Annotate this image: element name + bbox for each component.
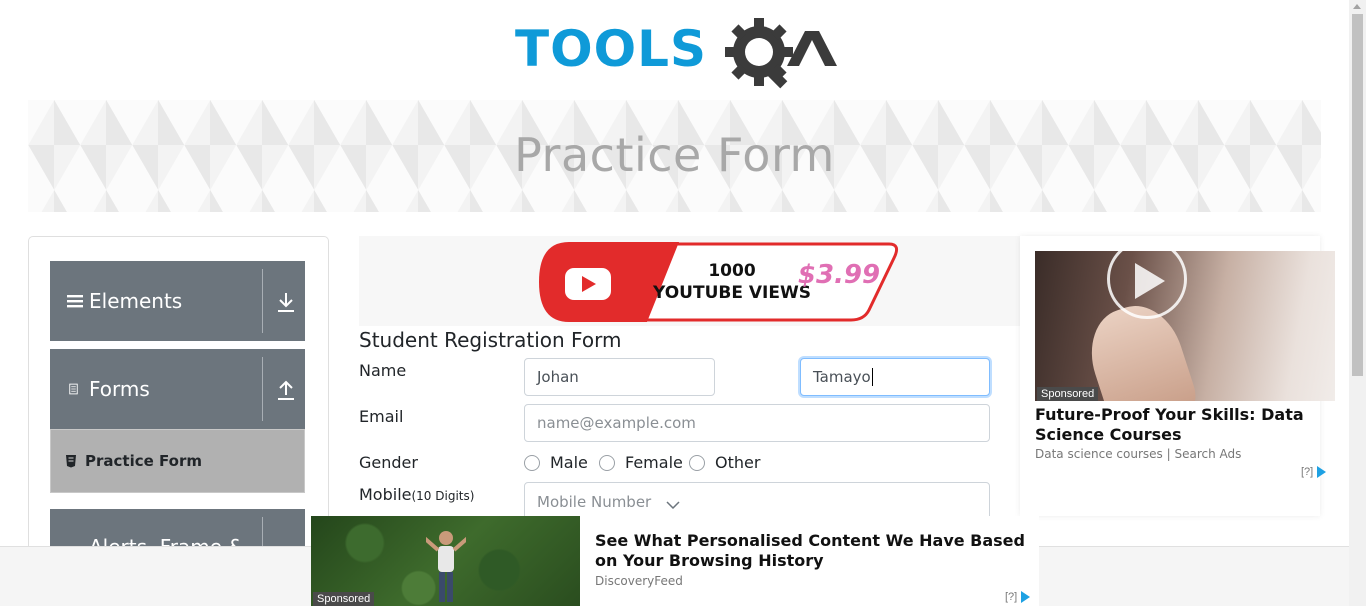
arrow-down-icon[interactable] (276, 291, 296, 313)
page: TOOLS Practice Form Elements Forms Pract… (0, 0, 1366, 606)
mobile-label: Mobile(10 Digits) (359, 485, 474, 504)
divider (262, 357, 263, 421)
svg-text:TOOLS: TOOLS (515, 20, 707, 78)
ad-title[interactable]: Future-Proof Your Skills: Data Science C… (1035, 405, 1335, 445)
adchoices-icon (1317, 466, 1327, 478)
sponsored-tag: Sponsored (313, 592, 375, 606)
ad-subtitle: Data science courses | Search Ads (1035, 447, 1242, 461)
divider (262, 269, 263, 333)
adchoices-button[interactable]: [?] (1301, 466, 1327, 478)
divider (262, 517, 263, 549)
chevron-down-icon (666, 501, 680, 510)
mobile-placeholder: Mobile Number (537, 493, 652, 511)
form-title: Student Registration Form (359, 328, 622, 352)
email-input[interactable]: name@example.com (524, 404, 990, 442)
radio-label: Male (550, 453, 588, 472)
scroll-up-icon[interactable] (1353, 4, 1361, 9)
radio-label: Other (715, 453, 761, 472)
gender-radio-male[interactable]: Male (524, 453, 588, 472)
radio-circle[interactable] (524, 454, 540, 471)
sidebar-ad[interactable]: Sponsored Future-Proof Your Skills: Data… (1020, 236, 1335, 516)
ad-image[interactable]: Sponsored (1035, 251, 1335, 401)
gender-radio-female[interactable]: Female (599, 453, 683, 472)
text-cursor (871, 368, 873, 386)
promo-price: $3.99 (798, 260, 880, 290)
radio-circle[interactable] (599, 454, 615, 471)
sidebar-item-label: Practice Form (85, 452, 202, 470)
email-label: Email (359, 407, 404, 426)
arrow-up-icon[interactable] (276, 379, 296, 401)
first-name-value: Johan (537, 368, 579, 386)
document-icon (69, 383, 78, 395)
last-name-input[interactable]: Tamayo (800, 358, 990, 396)
sidebar-group-label: Forms (89, 377, 150, 401)
first-name-input[interactable]: Johan (524, 358, 715, 396)
email-placeholder: name@example.com (537, 414, 696, 432)
sidebar-group-forms[interactable]: Forms (50, 349, 305, 429)
adchoices-icon (1021, 591, 1031, 603)
person-image (426, 531, 466, 602)
ad-image[interactable]: Sponsored (311, 516, 580, 606)
radio-label: Female (625, 453, 683, 472)
sidebar-group-elements[interactable]: Elements (50, 261, 305, 341)
bottom-ad[interactable]: Sponsored See What Personalised Content … (311, 516, 1039, 606)
radio-circle[interactable] (689, 454, 705, 471)
sidebar-group-label: Alerts, Frame & (89, 535, 245, 549)
sidebar: Elements Forms Practice Form Alerts, Fra… (28, 236, 329, 556)
sponsored-tag: Sponsored (1037, 387, 1099, 401)
adchoices-label: [?] (1301, 466, 1314, 478)
promo-line2: YOUTUBE VIEWS (652, 283, 811, 303)
form-icon (66, 455, 76, 468)
sidebar-group-alerts[interactable]: Alerts, Frame & (50, 509, 305, 549)
mobile-hint: (10 Digits) (411, 489, 475, 503)
play-icon (1135, 263, 1165, 299)
vertical-scrollbar[interactable] (1349, 0, 1366, 606)
adchoices-label: [?] (1005, 591, 1018, 603)
promo-ad[interactable]: 1000 YOUTUBE VIEWS $3.99 (359, 236, 1021, 326)
mobile-label-text: Mobile (359, 485, 412, 504)
last-name-value: Tamayo (813, 368, 871, 386)
promo-line1: 1000 (708, 261, 755, 281)
toolsqa-logo[interactable]: TOOLS (515, 16, 840, 91)
scrollbar-thumb[interactable] (1352, 14, 1363, 376)
name-label: Name (359, 361, 407, 380)
list-icon (67, 295, 83, 308)
ad-subtitle: DiscoveryFeed (595, 574, 683, 588)
gender-radio-other[interactable]: Other (689, 453, 760, 472)
page-title: Practice Form (514, 128, 835, 182)
page-banner: Practice Form (28, 100, 1321, 212)
sidebar-item-practice-form[interactable]: Practice Form (50, 429, 305, 493)
adchoices-button[interactable]: [?] (1005, 591, 1031, 603)
sidebar-group-label: Elements (89, 289, 183, 313)
gender-label: Gender (359, 453, 418, 472)
ad-title[interactable]: See What Personalised Content We Have Ba… (595, 531, 1035, 571)
